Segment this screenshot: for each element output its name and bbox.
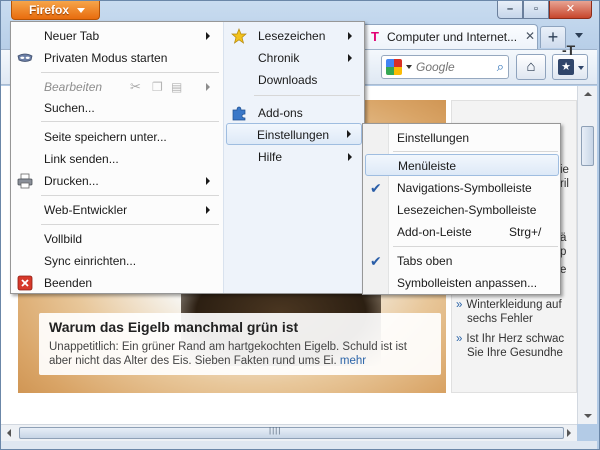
menu-item-sync-einrichten[interactable]: Sync einrichten... bbox=[11, 250, 223, 272]
menu-item-lesezeichen[interactable]: Lesezeichen bbox=[226, 25, 362, 47]
menu-item-symbolleisten-anpassen[interactable]: Symbolleisten anpassen... bbox=[363, 272, 560, 294]
submenu-arrow-icon bbox=[348, 153, 352, 161]
sidebar-text-fragment: ril bbox=[560, 178, 569, 190]
menu-item-bearbeiten[interactable]: Bearbeiten ✂ ❐ ▤ bbox=[11, 76, 223, 98]
minimize-icon: – bbox=[506, 3, 514, 15]
printer-icon bbox=[17, 173, 33, 189]
bookmark-star-icon: ★ bbox=[558, 59, 574, 75]
puzzle-icon bbox=[232, 106, 246, 121]
checkmark-icon: ✔ bbox=[370, 253, 382, 269]
menu-item-privaten-modus[interactable]: Privaten Modus starten bbox=[11, 47, 223, 69]
star-icon bbox=[231, 28, 247, 44]
menu-item-web-entwickler[interactable]: Web-Entwickler bbox=[11, 199, 223, 221]
tab-computer-und-internet[interactable]: T Computer und Internet... bbox=[362, 24, 538, 49]
engine-dropdown-icon[interactable] bbox=[406, 65, 412, 69]
submenu-arrow-icon bbox=[206, 206, 210, 214]
menu-item-add-ons[interactable]: Add-ons bbox=[226, 102, 362, 124]
copy-icon: ❐ bbox=[152, 80, 163, 94]
submenu-arrow-icon bbox=[347, 130, 351, 138]
firefox-menu-button[interactable]: Firefox bbox=[11, 1, 100, 20]
scroll-right-icon[interactable] bbox=[567, 429, 571, 437]
menu-item-hilfe[interactable]: Hilfe bbox=[226, 146, 362, 168]
checkmark-icon: ✔ bbox=[370, 180, 382, 196]
chevron-down-icon bbox=[578, 66, 584, 70]
menu-item-neuer-tab[interactable]: Neuer Tab bbox=[11, 25, 223, 47]
search-icon[interactable]: ⌕ bbox=[497, 59, 504, 75]
menu-item-seite-speichern[interactable]: Seite speichern unter... bbox=[11, 126, 223, 148]
app-menu-right-column: Lesezeichen Chronik Downloads Add-ons Ei… bbox=[223, 22, 364, 293]
teaser-text: Unappetitlich: Ein grüner Rand am hartge… bbox=[49, 341, 407, 367]
sidebar-text-fragment: ie bbox=[560, 164, 569, 176]
more-link[interactable]: mehr bbox=[340, 355, 366, 367]
menu-item-link-senden[interactable]: Link senden... bbox=[11, 148, 223, 170]
scroll-up-icon[interactable] bbox=[584, 92, 592, 96]
submenu-arrow-icon bbox=[206, 83, 210, 91]
cut-icon: ✂ bbox=[130, 79, 141, 94]
menu-item-add-on-leiste[interactable]: Add-on-Leiste Strg+/ bbox=[363, 221, 560, 243]
google-engine-icon[interactable] bbox=[386, 59, 402, 75]
search-input[interactable] bbox=[416, 59, 490, 75]
app-menu-left-column: Neuer Tab Privaten Modus starten Bearbei… bbox=[11, 22, 223, 293]
chevron-down-icon bbox=[77, 8, 85, 13]
scroll-down-icon[interactable] bbox=[584, 414, 592, 418]
home-button[interactable]: ⌂ bbox=[516, 54, 546, 80]
private-browsing-icon bbox=[17, 53, 33, 62]
menu-item-einstellungen[interactable]: Einstellungen bbox=[226, 123, 362, 145]
close-icon: ✕ bbox=[565, 3, 576, 15]
submenu-arrow-icon bbox=[348, 54, 352, 62]
horizontal-scrollbar[interactable]: |||| bbox=[1, 424, 577, 441]
menu-item-lesezeichen-symbolleiste[interactable]: Lesezeichen-Symbolleiste bbox=[363, 199, 560, 221]
scrollbar-thumb[interactable] bbox=[581, 126, 594, 166]
menu-separator bbox=[41, 224, 219, 225]
article-teaser[interactable]: Warum das Eigelb manchmal grün ist Unapp… bbox=[39, 313, 441, 375]
menu-item-downloads[interactable]: Downloads bbox=[226, 69, 362, 91]
firefox-menu-label: Firefox bbox=[29, 3, 70, 17]
submenu-arrow-icon bbox=[206, 177, 210, 185]
vertical-scrollbar[interactable] bbox=[577, 86, 597, 424]
scrollbar-grip-icon: |||| bbox=[269, 426, 282, 435]
tab-close-icon[interactable]: ✕ bbox=[525, 29, 535, 43]
menu-separator bbox=[393, 151, 558, 152]
menu-separator bbox=[254, 95, 360, 96]
bullet-icon: » bbox=[456, 299, 463, 311]
close-window-button[interactable]: ✕ bbox=[549, 1, 592, 19]
menu-item-chronik[interactable]: Chronik bbox=[226, 47, 362, 69]
list-all-tabs-icon[interactable] bbox=[575, 33, 583, 38]
status-bar bbox=[1, 441, 597, 449]
menu-item-einstellungen-dialog[interactable]: Einstellungen bbox=[363, 127, 560, 149]
sidebar-heading: -T bbox=[562, 42, 576, 58]
scroll-left-icon[interactable] bbox=[7, 429, 11, 437]
menu-separator bbox=[41, 121, 219, 122]
menu-separator bbox=[41, 195, 219, 196]
scrollbar-thumb[interactable] bbox=[19, 427, 564, 439]
shortcut-label: Strg+/ bbox=[509, 225, 542, 239]
maximize-icon: ▫ bbox=[534, 3, 538, 15]
tab-title: Computer und Internet... bbox=[387, 30, 518, 44]
search-bar[interactable]: ⌕ bbox=[381, 55, 509, 79]
menu-item-drucken[interactable]: Drucken... bbox=[11, 170, 223, 192]
sidebar-link[interactable]: » Ist Ihr Herz schwac Sie Ihre Gesundhe bbox=[456, 332, 576, 360]
sidebar-link[interactable]: » Winterkleidung auf sechs Fehler bbox=[456, 298, 576, 326]
menu-item-navigations-symbolleiste[interactable]: ✔ Navigations-Symbolleiste bbox=[363, 177, 560, 199]
submenu-arrow-icon bbox=[206, 32, 210, 40]
minimize-button[interactable]: – bbox=[497, 1, 523, 19]
menu-item-tabs-oben[interactable]: ✔ Tabs oben bbox=[363, 250, 560, 272]
menu-item-beenden[interactable]: Beenden bbox=[11, 272, 223, 294]
menu-separator bbox=[41, 72, 219, 73]
settings-submenu: Einstellungen Menüleiste ✔ Navigations-S… bbox=[362, 123, 561, 295]
quit-icon bbox=[17, 275, 33, 291]
firefox-app-menu: Neuer Tab Privaten Modus starten Bearbei… bbox=[10, 21, 365, 294]
teaser-title[interactable]: Warum das Eigelb manchmal grün ist bbox=[49, 319, 431, 336]
submenu-arrow-icon bbox=[348, 32, 352, 40]
menu-item-menueleiste[interactable]: Menüleiste bbox=[365, 154, 559, 176]
menu-item-vollbild[interactable]: Vollbild bbox=[11, 228, 223, 250]
home-icon: ⌂ bbox=[526, 58, 536, 75]
menu-separator bbox=[393, 246, 558, 247]
maximize-button[interactable]: ▫ bbox=[523, 1, 549, 19]
telekom-logo-icon: T bbox=[371, 29, 379, 44]
bullet-icon: » bbox=[456, 333, 463, 345]
paste-icon: ▤ bbox=[171, 80, 183, 94]
menu-item-suchen[interactable]: Suchen... bbox=[11, 97, 223, 119]
